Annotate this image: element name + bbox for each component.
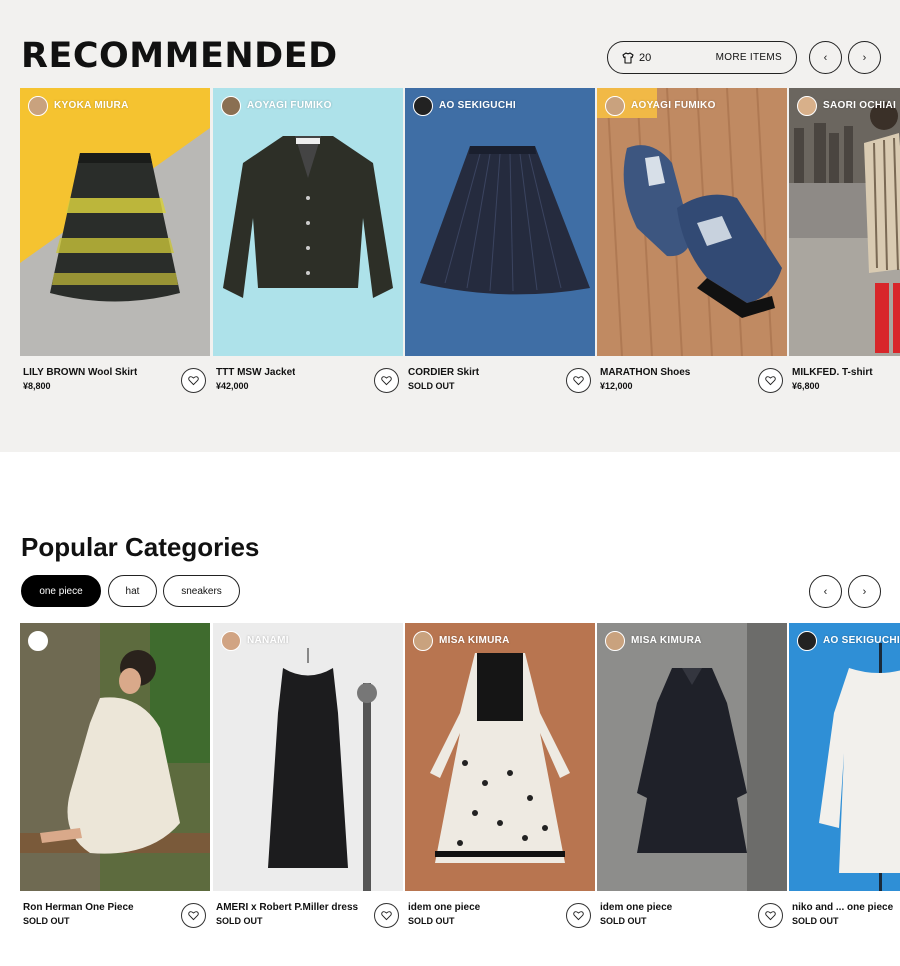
popular-carousel: Ron Herman One Piece SOLD OUT NANAMI AME… bbox=[20, 623, 900, 933]
product-price: SOLD OUT bbox=[23, 916, 70, 926]
product-photo-dark-dress[interactable]: MISA KIMURA bbox=[597, 623, 787, 891]
user-name[interactable]: NANAMI bbox=[247, 635, 289, 646]
product-photo-jacket[interactable]: AOYAGI FUMIKO bbox=[213, 88, 403, 356]
product-name[interactable]: CORDIER Skirt bbox=[408, 367, 479, 378]
favorite-button[interactable] bbox=[566, 368, 591, 393]
heart-icon bbox=[188, 911, 199, 921]
popular-prev-button[interactable]: ‹ bbox=[809, 575, 842, 608]
product-card[interactable]: MISA KIMURA idem one piece SOLD OUT bbox=[405, 623, 595, 933]
chevron-right-icon: › bbox=[862, 51, 867, 64]
avatar[interactable] bbox=[413, 631, 433, 651]
product-price: SOLD OUT bbox=[408, 381, 455, 391]
popular-next-button[interactable]: › bbox=[848, 575, 881, 608]
product-photo-one-piece-model[interactable] bbox=[20, 623, 210, 891]
recommended-next-button[interactable]: › bbox=[848, 41, 881, 74]
product-name[interactable]: Ron Herman One Piece bbox=[23, 902, 134, 913]
recommended-prev-button[interactable]: ‹ bbox=[809, 41, 842, 74]
user-name[interactable]: SAORI OCHIAI bbox=[823, 100, 896, 111]
product-photo-pleated-skirt[interactable]: AO SEKIGUCHI bbox=[405, 88, 595, 356]
product-card[interactable]: AOYAGI FUMIKO TTT MSW Jacket ¥42,000 bbox=[213, 88, 403, 398]
chevron-left-icon: ‹ bbox=[823, 51, 828, 64]
product-card[interactable]: SAORI OCHIAI MILKFED. T-shirt ¥6,800 bbox=[789, 88, 900, 398]
recommended-carousel: KYOKA MIURA LILY BROWN Wool Skirt ¥8,800 bbox=[20, 88, 900, 398]
chevron-right-icon: › bbox=[862, 585, 867, 598]
heart-icon bbox=[573, 376, 584, 386]
product-card[interactable]: KYOKA MIURA LILY BROWN Wool Skirt ¥8,800 bbox=[20, 88, 210, 398]
avatar[interactable] bbox=[413, 96, 433, 116]
heart-icon bbox=[573, 911, 584, 921]
product-price: SOLD OUT bbox=[792, 916, 839, 926]
product-price: ¥12,000 bbox=[600, 381, 633, 391]
product-name[interactable]: TTT MSW Jacket bbox=[216, 367, 295, 378]
product-price: ¥8,800 bbox=[23, 381, 51, 391]
avatar[interactable] bbox=[221, 631, 241, 651]
product-name[interactable]: AMERI x Robert P.Miller dress bbox=[216, 902, 358, 913]
avatar[interactable] bbox=[797, 631, 817, 651]
product-price: SOLD OUT bbox=[600, 916, 647, 926]
product-price: SOLD OUT bbox=[216, 916, 263, 926]
user-name[interactable]: AO SEKIGUCHI bbox=[439, 100, 516, 111]
avatar[interactable] bbox=[221, 96, 241, 116]
popular-categories-title: Popular Categories bbox=[21, 532, 260, 562]
avatar[interactable] bbox=[28, 631, 48, 651]
favorite-button[interactable] bbox=[758, 903, 783, 928]
heart-icon bbox=[188, 376, 199, 386]
favorite-button[interactable] bbox=[758, 368, 783, 393]
product-card[interactable]: Ron Herman One Piece SOLD OUT bbox=[20, 623, 210, 933]
heart-icon bbox=[765, 911, 776, 921]
avatar[interactable] bbox=[605, 631, 625, 651]
product-photo-street[interactable]: SAORI OCHIAI bbox=[789, 88, 900, 356]
product-photo-black-dress[interactable]: NANAMI bbox=[213, 623, 403, 891]
product-name[interactable]: niko and ... one piece bbox=[792, 902, 893, 913]
user-name[interactable]: AOYAGI FUMIKO bbox=[247, 100, 332, 111]
user-name[interactable]: AOYAGI FUMIKO bbox=[631, 100, 716, 111]
favorite-button[interactable] bbox=[181, 903, 206, 928]
product-photo-sneakers[interactable]: AOYAGI FUMIKO bbox=[597, 88, 787, 356]
more-items-label: MORE ITEMS bbox=[715, 52, 782, 63]
recommended-section: RECOMMENDED 20 MORE ITEMS ‹ › KYOKA MIUR… bbox=[0, 0, 900, 452]
product-photo-wool-skirt[interactable]: KYOKA MIURA bbox=[20, 88, 210, 356]
product-card[interactable]: MISA KIMURA idem one piece SOLD OUT bbox=[597, 623, 787, 933]
chip-sneakers[interactable]: sneakers bbox=[163, 575, 240, 607]
product-photo-white-dress[interactable]: AO SEKIGUCHI bbox=[789, 623, 900, 891]
product-name[interactable]: LILY BROWN Wool Skirt bbox=[23, 367, 137, 378]
avatar[interactable] bbox=[797, 96, 817, 116]
avatar[interactable] bbox=[28, 96, 48, 116]
product-price: ¥42,000 bbox=[216, 381, 249, 391]
user-name[interactable]: MISA KIMURA bbox=[631, 635, 702, 646]
favorite-button[interactable] bbox=[374, 368, 399, 393]
favorite-button[interactable] bbox=[566, 903, 591, 928]
chevron-left-icon: ‹ bbox=[823, 585, 828, 598]
product-price: SOLD OUT bbox=[408, 916, 455, 926]
chip-one-piece[interactable]: one piece bbox=[21, 575, 101, 607]
more-items-count: 20 bbox=[639, 51, 652, 64]
product-card[interactable]: AO SEKIGUCHI CORDIER Skirt SOLD OUT bbox=[405, 88, 595, 398]
product-name[interactable]: MARATHON Shoes bbox=[600, 367, 690, 378]
user-name[interactable]: KYOKA MIURA bbox=[54, 100, 129, 111]
heart-icon bbox=[381, 376, 392, 386]
favorite-button[interactable] bbox=[181, 368, 206, 393]
chip-hat[interactable]: hat bbox=[108, 575, 157, 607]
product-card[interactable]: AOYAGI FUMIKO MARATHON Shoes ¥12,000 bbox=[597, 88, 787, 398]
tshirt-icon bbox=[622, 51, 634, 64]
product-photo-patterned-dress[interactable]: MISA KIMURA bbox=[405, 623, 595, 891]
product-name[interactable]: MILKFED. T-shirt bbox=[792, 367, 873, 378]
heart-icon bbox=[765, 376, 776, 386]
product-name[interactable]: idem one piece bbox=[408, 902, 480, 913]
heart-icon bbox=[381, 911, 392, 921]
product-card[interactable]: NANAMI AMERI x Robert P.Miller dress SOL… bbox=[213, 623, 403, 933]
more-items-button[interactable]: 20 MORE ITEMS bbox=[607, 41, 797, 74]
favorite-button[interactable] bbox=[374, 903, 399, 928]
user-name[interactable]: AO SEKIGUCHI bbox=[823, 635, 900, 646]
user-name[interactable]: MISA KIMURA bbox=[439, 635, 510, 646]
product-price: ¥6,800 bbox=[792, 381, 820, 391]
product-card[interactable]: AO SEKIGUCHI niko and ... one piece SOLD… bbox=[789, 623, 900, 933]
recommended-title: RECOMMENDED bbox=[21, 36, 338, 76]
product-name[interactable]: idem one piece bbox=[600, 902, 672, 913]
avatar[interactable] bbox=[605, 96, 625, 116]
